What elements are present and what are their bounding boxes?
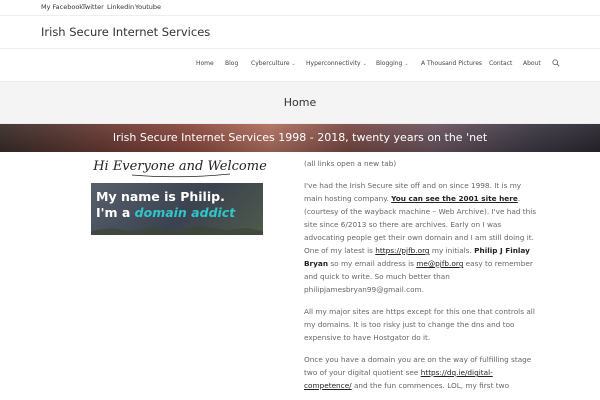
text-span: so my email address is [328, 259, 417, 268]
text-span: my initials. [429, 246, 475, 255]
text-span: Once you have a domain you are on the wa… [304, 355, 532, 377]
nav-item-a-thousand-pictures[interactable]: A Thousand Pictures [421, 60, 482, 67]
youtube-link[interactable]: Youtube [135, 3, 161, 11]
welcome-handwritten-image: Hi Everyone and Welcome [92, 159, 267, 178]
header-divider [0, 48, 600, 49]
nav-label: Contact [489, 60, 513, 67]
nav-label: About [523, 60, 541, 67]
nav-label: Blog [225, 60, 239, 67]
hero-banner: Irish Secure Internet Services 1998 - 20… [0, 124, 600, 152]
chevron-down-icon: ⌄ [362, 61, 367, 67]
nav-label: Blogging [376, 60, 403, 67]
main-content: (all links open a new tab) I've had the … [304, 157, 540, 400]
site-title[interactable]: Irish Secure Internet Services [41, 25, 210, 39]
top-bar: My Facebook Twitter Linkedin Youtube [0, 0, 600, 16]
nav-item-blogging[interactable]: Blogging ⌄ [376, 60, 409, 67]
digital-quotient-paragraph: Once you have a domain you are on the wa… [304, 353, 540, 392]
nav-label: A Thousand Pictures [421, 60, 483, 67]
mountain-ridge-graphic [91, 226, 263, 235]
nav-item-cyberculture[interactable]: Cyberculture ⌄ [251, 60, 296, 67]
nav-item-contact[interactable]: Contact [489, 60, 512, 67]
https-paragraph: All my major sites are https except for … [304, 307, 535, 342]
linkedin-link[interactable]: Linkedin [107, 3, 134, 11]
nav-item-about[interactable]: About [523, 60, 541, 67]
intro-paragraph: I've had the Irish Secure site off and o… [304, 179, 540, 296]
nav-item-home[interactable]: Home [196, 60, 214, 67]
nav-label: Hyperconnectivity [306, 60, 361, 67]
nav-label: Cyberculture [251, 60, 290, 67]
chevron-down-icon: ⌄ [291, 61, 296, 67]
promo-line-1: My name is Philip. [96, 189, 225, 204]
domain-addict-image: My name is Philip. I'm a domain addict [91, 183, 263, 235]
page-title: Home [283, 96, 317, 109]
email-link[interactable]: me@pjfb.org [416, 259, 463, 268]
links-note: (all links open a new tab) [304, 159, 397, 168]
facebook-link[interactable]: My Facebook [41, 3, 83, 11]
nav-label: Home [196, 60, 214, 67]
search-icon[interactable] [552, 59, 560, 67]
twitter-link[interactable]: Twitter [82, 3, 104, 11]
pjfb-link[interactable]: https://pjfb.org [375, 246, 429, 255]
promo-accent: domain addict [134, 205, 236, 220]
banner-title: Irish Secure Internet Services 1998 - 20… [112, 131, 488, 144]
text-span: and the fun commences. LOL, my first two [351, 381, 510, 390]
promo-line-2: I'm a domain addict [96, 205, 235, 220]
welcome-text: Hi Everyone and Welcome [92, 159, 267, 174]
nav-item-hyperconnectivity[interactable]: Hyperconnectivity ⌄ [306, 60, 367, 67]
page-header: Home [0, 81, 600, 124]
2001-site-link[interactable]: You can see the 2001 site here [391, 194, 518, 203]
chevron-down-icon: ⌄ [404, 61, 409, 67]
promo-prefix: I'm a [96, 205, 135, 220]
nav-item-blog[interactable]: Blog [225, 60, 238, 67]
